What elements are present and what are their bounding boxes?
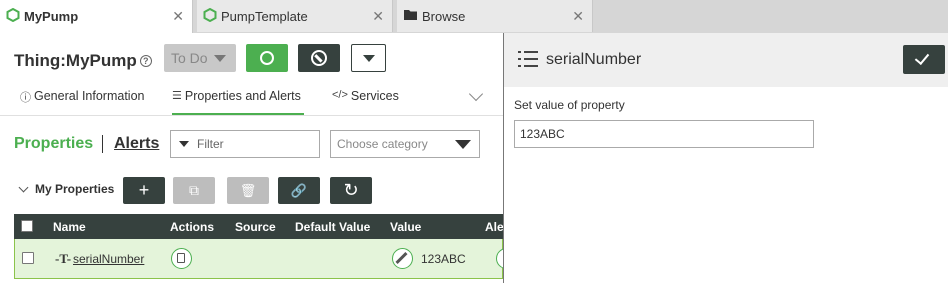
property-value-input[interactable] — [514, 120, 814, 148]
state-label: To Do — [171, 50, 208, 66]
divider — [102, 135, 103, 153]
row-checkbox[interactable] — [22, 252, 34, 264]
column-header[interactable]: Source — [235, 220, 276, 234]
filter-input[interactable]: Filter — [170, 130, 320, 158]
string-type-icon: -T- — [55, 251, 72, 266]
refresh-button[interactable]: ↻ — [330, 177, 372, 204]
page-title-text: Thing:MyPump — [14, 51, 137, 70]
copy-icon — [177, 253, 185, 263]
panel-title: serialNumber — [546, 51, 642, 68]
link-icon: 🔗 — [290, 183, 308, 198]
caret-down-icon — [363, 55, 375, 62]
set-value-label: Set value of property — [514, 98, 625, 112]
list-icon: ☰ — [172, 90, 182, 102]
column-header[interactable]: Ale — [485, 220, 504, 234]
tab-label: MyPump — [24, 9, 79, 24]
folder-icon — [403, 8, 418, 24]
tab-services[interactable]: </> Services — [332, 89, 399, 115]
apply-button[interactable] — [903, 45, 945, 74]
duplicate-button[interactable]: ⧉ — [173, 177, 215, 204]
copy-icon: ⧉ — [189, 182, 199, 198]
check-icon — [914, 49, 930, 66]
tab-label: Services — [350, 89, 399, 103]
add-button[interactable]: + — [123, 177, 165, 204]
tab-properties-and-alerts[interactable]: ☰ Properties and Alerts — [172, 89, 304, 115]
caret-down-icon — [214, 55, 226, 62]
state-dropdown[interactable]: To Do — [164, 44, 236, 72]
start-button[interactable] — [246, 44, 288, 72]
tab-label: General Information — [34, 89, 145, 103]
page-title: Thing:MyPump? — [14, 51, 152, 71]
property-value: 123ABC — [421, 252, 466, 266]
tab-pumptemplate[interactable]: PumpTemplate ✕ — [197, 0, 393, 32]
thing-editor: Thing:MyPump? To Do ⓘ General Informatio… — [0, 33, 517, 283]
delete-button[interactable]: 🗑 — [227, 177, 269, 204]
duplicate-row-button[interactable] — [171, 248, 192, 269]
close-icon[interactable]: ✕ — [372, 8, 384, 25]
column-header[interactable]: Name — [53, 220, 86, 234]
panel-header: serialNumber — [504, 33, 948, 87]
caret-down-icon — [455, 140, 471, 149]
refresh-icon: ↻ — [343, 180, 359, 200]
filter-placeholder: Filter — [197, 137, 224, 151]
tab-label: Properties and Alerts — [184, 89, 301, 103]
column-header: Actions — [170, 220, 215, 234]
plus-icon: + — [138, 180, 150, 200]
group-label: My Properties — [35, 182, 115, 196]
divider — [0, 115, 503, 116]
category-placeholder: Choose category — [337, 137, 428, 151]
template-hex-icon — [203, 7, 217, 25]
thing-hex-icon — [6, 7, 20, 25]
column-header[interactable]: Value — [390, 220, 421, 234]
select-all-checkbox[interactable] — [21, 220, 33, 232]
tab-label: Browse — [422, 8, 466, 24]
property-name-link[interactable]: serialNumber — [73, 252, 144, 266]
info-icon: ⓘ — [20, 92, 31, 104]
chevron-down-icon[interactable] — [468, 86, 484, 102]
list-icon — [518, 50, 538, 68]
link-button[interactable]: 🔗 — [278, 177, 320, 204]
tab-mypump[interactable]: MyPump ✕ — [0, 0, 193, 33]
block-button[interactable] — [298, 44, 340, 72]
trash-icon: 🗑 — [239, 183, 257, 198]
tab-label: PumpTemplate — [221, 8, 308, 24]
column-header[interactable]: Default Value — [295, 220, 370, 234]
prohibit-icon — [311, 50, 327, 66]
set-value-panel: serialNumber Set value of property — [504, 33, 948, 283]
more-actions-button[interactable] — [351, 44, 386, 72]
alerts-link[interactable]: Alerts — [114, 135, 159, 153]
close-icon[interactable]: ✕ — [572, 8, 584, 25]
category-select[interactable]: Choose category — [330, 130, 480, 158]
tab-general-information[interactable]: ⓘ General Information — [20, 89, 144, 115]
table-header: Name Actions Source Default Value Value … — [14, 214, 504, 239]
code-icon: </> — [332, 89, 348, 101]
chevron-down-icon — [18, 182, 29, 192]
properties-link[interactable]: Properties — [14, 135, 93, 153]
edit-value-button[interactable] — [392, 248, 413, 269]
sub-tabs: ⓘ General Information ☰ Properties and A… — [0, 85, 503, 115]
tab-strip: MyPump ✕ PumpTemplate ✕ Browse ✕ — [0, 0, 948, 33]
app-root: MyPump ✕ PumpTemplate ✕ Browse ✕ Thing:M… — [0, 0, 948, 283]
pencil-icon — [395, 251, 408, 265]
circle-icon — [260, 51, 274, 65]
filter-icon — [179, 141, 189, 147]
my-properties-group-toggle[interactable]: My Properties — [18, 182, 115, 196]
tab-browse[interactable]: Browse ✕ — [397, 0, 593, 32]
help-icon[interactable]: ? — [139, 55, 152, 67]
table-row[interactable]: -T- serialNumber 123ABC — [14, 239, 517, 279]
close-icon[interactable]: ✕ — [172, 8, 184, 25]
